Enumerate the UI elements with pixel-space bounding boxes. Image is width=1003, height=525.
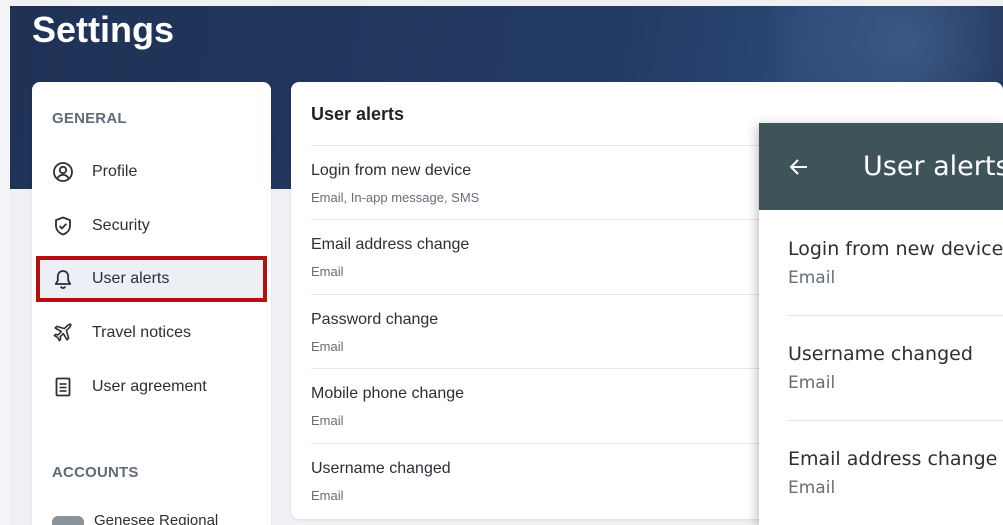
alert-row[interactable]: Login from new device Email, In-app mess… — [311, 145, 791, 219]
back-arrow-icon[interactable] — [787, 155, 811, 179]
alert-title: Login from new device — [311, 162, 472, 179]
document-icon — [52, 376, 74, 398]
sidebar-item-security[interactable]: Security — [36, 203, 267, 249]
alert-row[interactable]: Mobile phone change Email — [311, 368, 791, 442]
alert-title: Email address change — [311, 236, 470, 253]
alert-title: Username changed — [311, 460, 451, 477]
mobile-alert-channels: Email — [788, 268, 836, 288]
account-avatar — [52, 516, 84, 525]
mobile-title: User alerts — [863, 151, 1003, 182]
account-name[interactable]: Genesee Regional — [94, 512, 218, 525]
sidebar-item-label: Security — [92, 217, 150, 234]
alert-row[interactable]: Password change Email — [311, 294, 791, 368]
alert-title: Mobile phone change — [311, 385, 465, 402]
sidebar-item-profile[interactable]: Profile — [36, 149, 267, 195]
mobile-alert-row[interactable]: Login from new device Email — [788, 210, 1003, 315]
mobile-alert-title: Email address change — [788, 448, 998, 470]
page-title: Settings — [32, 9, 175, 50]
mobile-alert-row[interactable]: Username changed Email — [788, 315, 1003, 420]
section-label-general: GENERAL — [52, 110, 127, 127]
sidebar-item-travel-notices[interactable]: Travel notices — [36, 310, 267, 356]
mobile-alert-channels: Email — [788, 373, 836, 393]
mobile-alert-title: Username changed — [788, 343, 973, 365]
alert-channels: Email — [311, 413, 344, 428]
panel-title: User alerts — [311, 104, 405, 124]
mobile-alert-title: Login from new device — [788, 238, 1003, 260]
sidebar-item-label: Travel notices — [92, 324, 191, 341]
alert-channels: Email — [311, 488, 344, 503]
sidebar-item-label: User agreement — [92, 378, 207, 395]
sidebar-item-label: Profile — [92, 163, 138, 180]
alert-row[interactable]: Username changed Email — [311, 443, 791, 517]
alert-row[interactable]: Email address change Email — [311, 219, 791, 293]
mobile-app-bar: User alerts — [759, 123, 1003, 210]
bell-icon — [52, 268, 74, 290]
mobile-preview: User alerts Login from new device Email … — [759, 123, 1003, 525]
alert-channels: Email — [311, 339, 344, 354]
alert-channels: Email — [311, 264, 344, 279]
section-label-accounts: ACCOUNTS — [52, 464, 139, 481]
profile-icon — [52, 161, 74, 183]
shield-icon — [52, 215, 74, 237]
alert-channels: Email, In-app message, SMS — [311, 190, 480, 205]
settings-sidebar: GENERAL Profile Security User alerts Tra… — [32, 82, 271, 525]
alert-title: Password change — [311, 311, 439, 328]
mobile-alert-row[interactable]: Email address change Email — [788, 420, 1003, 525]
sidebar-item-user-alerts[interactable]: User alerts — [36, 256, 267, 302]
sidebar-item-user-agreement[interactable]: User agreement — [36, 364, 267, 410]
sidebar-item-label: User alerts — [92, 270, 170, 287]
airplane-icon — [52, 322, 74, 344]
page-background — [0, 0, 10, 525]
mobile-alert-channels: Email — [788, 478, 836, 498]
